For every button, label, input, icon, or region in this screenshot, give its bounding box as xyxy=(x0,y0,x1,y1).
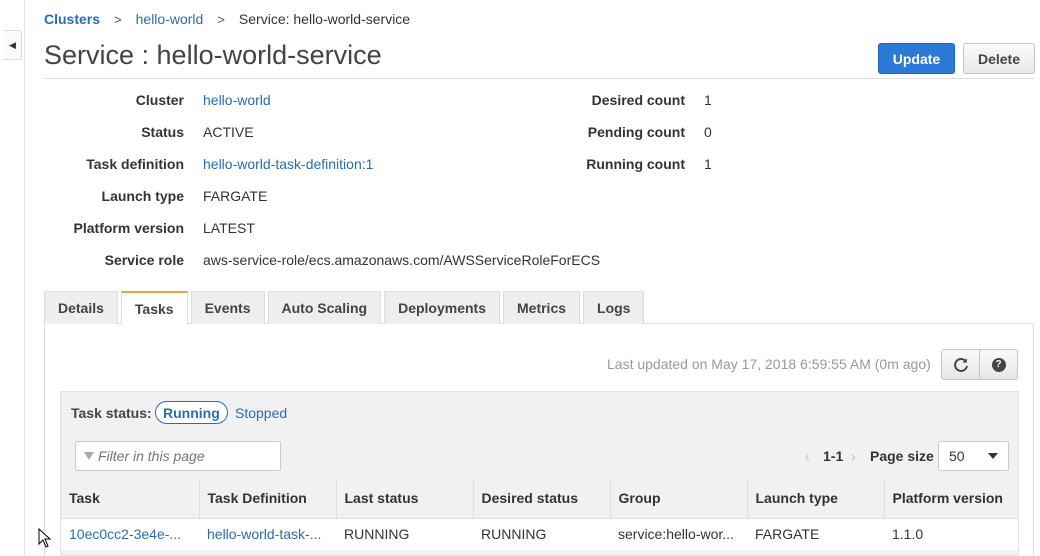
page-title: Service : hello-world-service xyxy=(44,40,382,70)
table-row: 10ec0cc2-3e4e-... hello-world-task-... R… xyxy=(61,517,1018,550)
last-status-cell: RUNNING xyxy=(336,517,473,550)
desired-count-value: 1 xyxy=(704,92,712,108)
status-filter-stopped[interactable]: Stopped xyxy=(235,405,287,421)
column-header-platform-version[interactable]: Platform version xyxy=(883,479,1018,518)
table-header-row: Task Task Definition Last status Desired… xyxy=(61,479,1018,518)
tasks-table: Task Task Definition Last status Desired… xyxy=(61,479,1018,550)
task-id-link[interactable]: 10ec0cc2-3e4e-... xyxy=(61,517,199,550)
previous-page-icon[interactable]: ‹ xyxy=(805,448,810,464)
tab-details[interactable]: Details xyxy=(44,291,118,324)
page-range: 1-1 xyxy=(823,448,844,464)
breadcrumb-separator: > xyxy=(114,11,122,27)
page-size-value: 50 xyxy=(949,448,965,464)
column-header-desired-status[interactable]: Desired status xyxy=(472,479,610,518)
status-filter-running[interactable]: Running xyxy=(155,401,228,424)
filter-icon xyxy=(84,452,94,460)
breadcrumb-separator: > xyxy=(217,11,225,27)
platform-version-value: LATEST xyxy=(203,220,255,236)
title-divider xyxy=(44,78,1034,79)
delete-button[interactable]: Delete xyxy=(963,43,1035,74)
service-role-value: aws-service-role/ecs.amazonaws.com/AWSSe… xyxy=(203,252,601,268)
cluster-link[interactable]: hello-world xyxy=(203,92,271,108)
task-definition-cell-link[interactable]: hello-world-task-... xyxy=(199,517,336,550)
task-definition-link[interactable]: hello-world-task-definition:1 xyxy=(203,156,373,172)
platform-version-label: Platform version xyxy=(73,220,184,236)
launch-type-label: Launch type xyxy=(101,188,184,204)
help-icon: ? xyxy=(991,357,1006,372)
cluster-label: Cluster xyxy=(135,92,184,108)
tab-logs[interactable]: Logs xyxy=(583,291,645,324)
column-header-task-definition[interactable]: Task Definition xyxy=(198,479,336,518)
breadcrumb-current: Service: hello-world-service xyxy=(238,11,411,27)
column-header-task[interactable]: Task xyxy=(61,479,199,518)
next-page-icon[interactable]: › xyxy=(851,448,856,464)
tab-auto-scaling[interactable]: Auto Scaling xyxy=(267,291,382,324)
desired-count-label: Desired count xyxy=(591,92,685,108)
task-status-label: Task status: xyxy=(71,405,152,421)
running-count-label: Running count xyxy=(586,156,685,172)
task-definition-label: Task definition xyxy=(86,156,184,172)
page-size-label: Page size xyxy=(870,448,934,464)
group-cell: service:hello-wor... xyxy=(610,517,747,550)
tab-metrics[interactable]: Metrics xyxy=(503,291,581,324)
status-value: ACTIVE xyxy=(203,124,254,140)
tab-bar: Details Tasks Events Auto Scaling Deploy… xyxy=(44,291,647,325)
breadcrumb-clusters[interactable]: Clusters xyxy=(44,11,100,27)
platform-version-cell: 1.1.0 xyxy=(884,517,1018,550)
tab-deployments[interactable]: Deployments xyxy=(384,291,500,324)
help-button[interactable]: ? xyxy=(979,349,1018,380)
pending-count-value: 0 xyxy=(704,124,712,140)
left-rail: ◀ xyxy=(0,0,25,556)
page-size-select[interactable]: 50 xyxy=(938,441,1009,471)
refresh-button[interactable] xyxy=(941,349,980,380)
filter-input[interactable] xyxy=(98,448,268,464)
collapse-left-icon[interactable]: ◀ xyxy=(4,30,22,60)
column-header-launch-type[interactable]: Launch type xyxy=(746,479,884,518)
column-header-group[interactable]: Group xyxy=(609,479,747,518)
update-button[interactable]: Update xyxy=(878,43,955,74)
tab-events[interactable]: Events xyxy=(190,291,265,324)
service-role-label: Service role xyxy=(104,252,184,268)
mouse-pointer-icon xyxy=(38,528,52,548)
pending-count-label: Pending count xyxy=(587,124,685,140)
breadcrumb: Clusters > hello-world > Service: hello-… xyxy=(44,11,410,27)
chevron-down-icon xyxy=(988,453,998,459)
filter-field[interactable] xyxy=(75,441,281,471)
desired-status-cell: RUNNING xyxy=(473,517,610,550)
refresh-icon xyxy=(953,357,968,372)
column-header-last-status[interactable]: Last status xyxy=(335,479,473,518)
breadcrumb-cluster[interactable]: hello-world xyxy=(136,11,204,27)
launch-type-cell: FARGATE xyxy=(747,517,884,550)
tab-tasks[interactable]: Tasks xyxy=(120,291,188,325)
status-label: Status xyxy=(141,124,184,140)
launch-type-value: FARGATE xyxy=(203,188,268,204)
last-updated-text: Last updated on May 17, 2018 6:59:55 AM … xyxy=(607,356,931,372)
running-count-value: 1 xyxy=(704,156,712,172)
